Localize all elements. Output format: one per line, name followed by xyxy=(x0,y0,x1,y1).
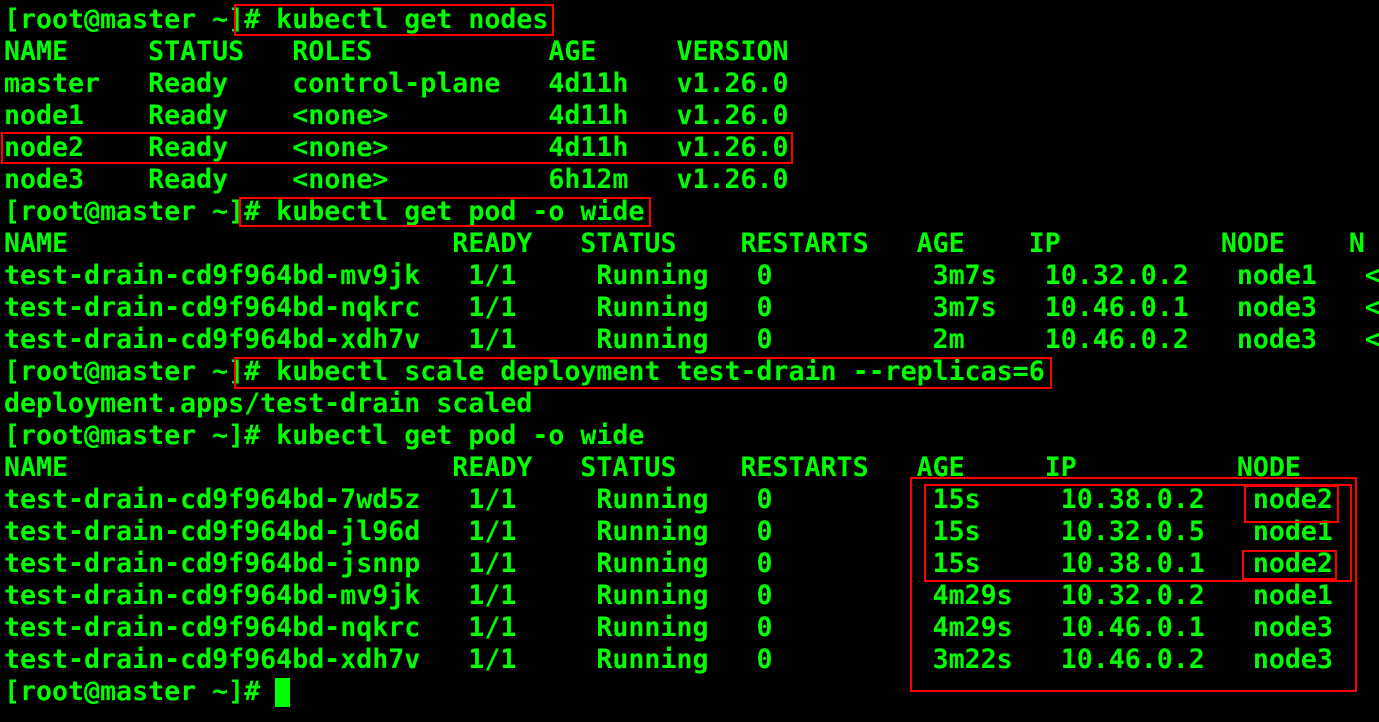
highlight-box-command xyxy=(234,357,1052,389)
terminal-cursor xyxy=(275,678,290,707)
pods-table-row: test-drain-cd9f964bd-xdh7v 1/1 Running 0… xyxy=(4,324,1379,355)
nodes-table-row: master Ready control-plane 4d11h v1.26.0 xyxy=(4,68,789,99)
command-prompt[interactable]: [root@master ~]# xyxy=(4,676,276,708)
highlight-box-node2 xyxy=(1244,485,1339,523)
nodes-table-header: NAME STATUS ROLES AGE VERSION xyxy=(4,36,789,67)
highlight-box-node2 xyxy=(1242,550,1337,580)
command-output: deployment.apps/test-drain scaled xyxy=(4,388,533,419)
highlight-box-command xyxy=(234,4,554,36)
highlight-box-command xyxy=(239,197,651,227)
nodes-table-row: node1 Ready <none> 4d11h v1.26.0 xyxy=(4,100,789,131)
pods-table-row: test-drain-cd9f964bd-nqkrc 1/1 Running 0… xyxy=(4,292,1379,323)
highlight-box-node2-row xyxy=(1,132,793,164)
pods-table-row: test-drain-cd9f964bd-mv9jk 1/1 Running 0… xyxy=(4,260,1379,291)
command-line-get-pods: [root@master ~]# kubectl get pod -o wide xyxy=(4,420,645,451)
terminal-window[interactable]: [root@master ~]# kubectl get nodes NAME … xyxy=(0,0,1379,722)
nodes-table-row: node3 Ready <none> 6h12m v1.26.0 xyxy=(4,164,789,195)
pods-table-header: NAME READY STATUS RESTARTS AGE IP NODE N xyxy=(4,228,1365,259)
